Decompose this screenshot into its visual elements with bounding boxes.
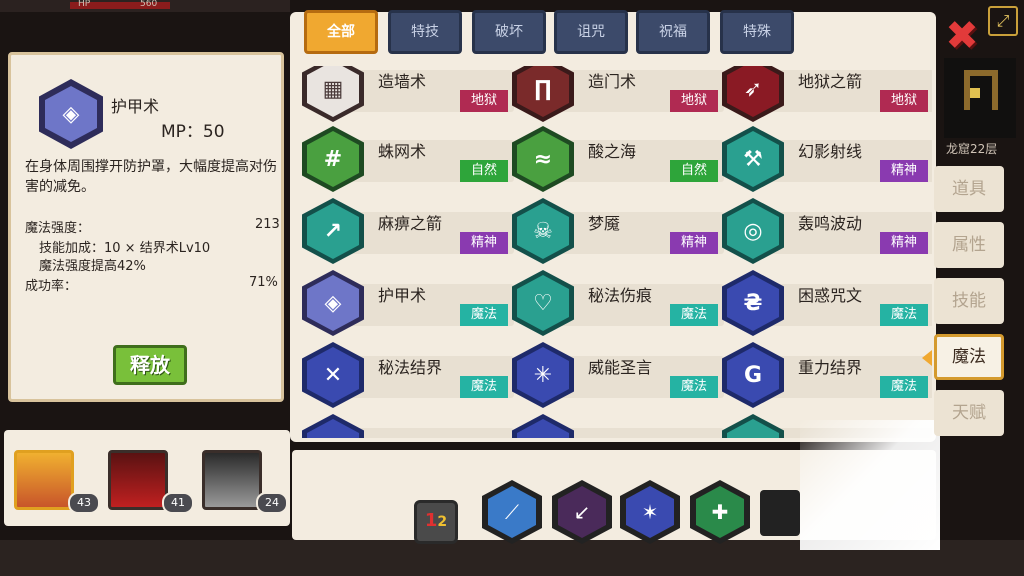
skill-tag: 魔法 [460,304,508,326]
skill-item[interactable]: ▦ 造墙术 地狱 [302,66,514,122]
side-tab-talent[interactable]: 天赋 [934,390,1004,436]
stat-value-power: 213 [255,217,280,232]
skill-name: 威能圣言 [588,358,653,377]
skill-name: 地狱之箭 [798,72,863,91]
side-tab-magic[interactable]: 魔法 [934,334,1004,380]
skill-name: 酸之海 [588,142,637,161]
skill-detail-description: 在身体周围撑开防护罩，大幅度提高对伤害的减免。 [25,159,277,195]
side-tab-items[interactable]: 道具 [934,166,1004,212]
stat-label-success: 成功率： [25,279,78,294]
skill-tag: 魔法 [880,376,928,398]
page-switch-button[interactable]: 12 [414,500,458,544]
skill-item[interactable]: ➶ 地狱之箭 地狱 [722,66,932,122]
skill-name: 轰鸣波动 [798,214,863,233]
skill-tag: 地狱 [460,90,508,112]
tab-special-skill[interactable]: 特技 [388,10,462,54]
skill-item[interactable]: ☠ 梦魇 精神 [512,198,724,264]
tab-curse[interactable]: 诅咒 [554,10,628,54]
screen-glare-overlay [800,420,940,550]
skill-name: 造墙术 [378,72,427,91]
skill-item[interactable]: ⚒ 幻影射线 精神 [722,126,932,192]
skill-tag: 自然 [670,160,718,182]
skill-name: 幻影射线 [798,142,863,161]
skill-item[interactable]: ◎ 轰鸣波动 精神 [722,198,932,264]
party-row: 43 41 24 [4,430,290,526]
skill-item[interactable]: ₴ 困惑咒文 魔法 [722,270,932,336]
tab-blessing[interactable]: 祝福 [636,10,710,54]
golden-armor-hero-portrait[interactable] [14,450,74,510]
skill-item[interactable]: ♡ 秘法伤痕 魔法 [512,270,724,336]
page-switch-two: 2 [437,514,448,530]
skill-item[interactable] [512,414,724,438]
skill-name: 困惑咒文 [798,286,863,305]
skill-name: 护甲术 [378,286,427,305]
cat-girl-portrait[interactable] [202,450,262,510]
hp-label: HP [78,0,91,9]
skill-tag: 自然 [460,160,508,182]
party-level-badge: 24 [256,492,288,514]
active-tab-arrow-icon [922,350,932,366]
stat-bonus-percent: 魔法强度提高42% [39,259,146,274]
party-level-badge: 41 [162,492,194,514]
stat-label-power: 魔法强度： [25,221,91,236]
skill-tag: 魔法 [880,304,928,326]
expand-map-icon[interactable]: ⤢ [988,6,1018,36]
empty-quick-slot[interactable] [760,490,800,536]
skill-item[interactable]: ≈ 酸之海 自然 [512,126,724,192]
stat-bonus: 技能加成：10 × 结界术Lv10 [39,241,211,256]
page-switch-one: 1 [424,510,438,531]
tab-destruction[interactable]: 破坏 [472,10,546,54]
skill-item[interactable]: ◈ 护甲术 魔法 [302,270,514,336]
side-tab-attributes[interactable]: 属性 [934,222,1004,268]
party-level-badge: 43 [68,492,100,514]
skill-tag: 精神 [880,160,928,182]
skill-name: 梦魇 [588,214,621,233]
skill-item[interactable]: ∏ 造门术 地狱 [512,66,724,122]
shield-rune-icon: ◈ [39,79,103,149]
skill-item[interactable]: ✕ 秘法结界 魔法 [302,342,514,408]
skill-detail-mp: MP：50 [161,122,225,142]
skill-tag: 地狱 [670,90,718,112]
minimap[interactable] [944,58,1016,138]
skill-tag: 精神 [460,232,508,254]
top-status-bar: HP 560 [0,0,290,12]
stat-value-success: 71% [249,275,278,290]
skill-name: 秘法结界 [378,358,443,377]
skill-detail-name: 护甲术 [111,97,160,116]
skill-name: 秘法伤痕 [588,286,653,305]
skill-name: 蛛网术 [378,142,427,161]
skill-item[interactable]: G 重力结界 魔法 [722,342,932,408]
skill-item[interactable]: # 蛛网术 自然 [302,126,514,192]
release-button[interactable]: 释放 [113,345,187,385]
skill-tag: 地狱 [880,90,928,112]
skill-tag: 精神 [880,232,928,254]
skill-name: 造门术 [588,72,637,91]
close-icon[interactable]: ✖ [940,14,984,58]
skill-tag: 魔法 [670,304,718,326]
skill-tag: 魔法 [670,376,718,398]
skill-item[interactable]: ✳ 威能圣言 魔法 [512,342,724,408]
tab-special[interactable]: 特殊 [720,10,794,54]
side-tab-skills[interactable]: 技能 [934,278,1004,324]
skill-detail-panel: ◈ 护甲术 MP：50 在身体周围撑开防护罩，大幅度提高对伤害的减免。 魔法强度… [8,52,284,402]
tab-all[interactable]: 全部 [304,10,378,54]
dungeon-floor-label: 龙窟22层 [946,142,998,156]
skill-tag: 魔法 [460,376,508,398]
hp-value: 560 [140,0,158,9]
skill-item[interactable]: ↗ 麻痹之箭 精神 [302,198,514,264]
skill-item[interactable] [302,414,514,438]
skill-name: 麻痹之箭 [378,214,443,233]
skill-tag: 精神 [670,232,718,254]
skill-name: 重力结界 [798,358,863,377]
skill-grid: ▦ 造墙术 地狱 ∏ 造门术 地狱 ➶ 地狱之箭 地狱 # 蛛网术 自然 ≈ 酸… [298,66,932,438]
red-dragon-portrait[interactable] [108,450,168,510]
